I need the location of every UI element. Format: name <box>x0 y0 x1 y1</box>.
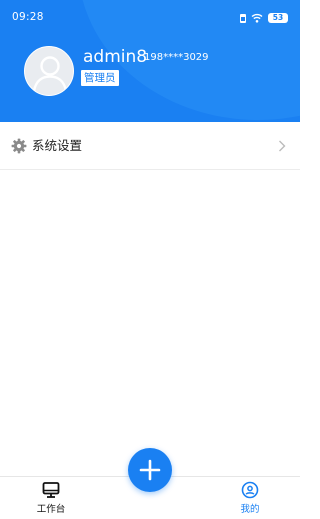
battery-icon: 53 <box>268 13 288 23</box>
sim-card-icon <box>240 13 246 23</box>
phone-number: 198****3029 <box>144 52 209 63</box>
profile-header: 09:28 53 admin8 198****3029 管理员 <box>0 0 300 122</box>
user-circle-icon <box>241 481 259 499</box>
username: admin8 <box>83 47 148 67</box>
status-time: 09:28 <box>12 11 44 23</box>
plus-icon <box>139 459 161 481</box>
menu-item-system-settings[interactable]: 系统设置 <box>0 122 300 170</box>
tab-workbench[interactable]: 工作台 <box>21 477 81 519</box>
default-avatar-icon <box>32 56 68 92</box>
monitor-icon <box>42 482 60 498</box>
tab-label: 工作台 <box>36 504 66 515</box>
status-icons: 53 <box>240 13 288 23</box>
gear-icon <box>11 138 27 154</box>
status-bar: 09:28 53 <box>0 0 300 23</box>
avatar[interactable] <box>24 46 74 96</box>
tab-mine[interactable]: 我的 <box>220 477 280 519</box>
chevron-right-icon <box>279 140 286 152</box>
add-button[interactable] <box>128 448 172 492</box>
menu-item-label: 系统设置 <box>32 138 83 153</box>
role-badge: 管理员 <box>81 70 119 86</box>
tab-label: 我的 <box>240 504 260 515</box>
wifi-icon <box>251 13 263 23</box>
